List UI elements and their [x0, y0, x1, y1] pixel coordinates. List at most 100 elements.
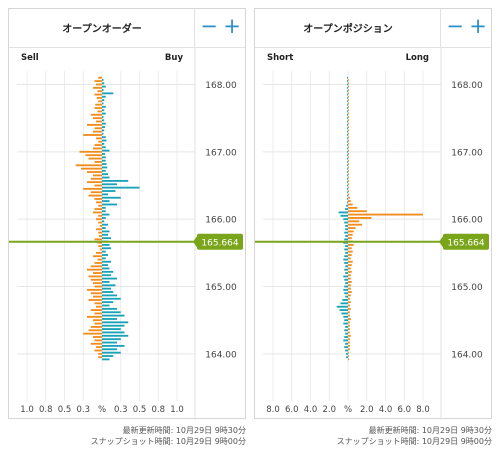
buy-bar: [102, 99, 105, 102]
buy-bar: [102, 109, 105, 112]
short-bar: [341, 312, 348, 315]
x-tick-label: 4.0: [379, 405, 393, 415]
buy-bar: [102, 324, 125, 327]
buy-bar: [102, 307, 117, 310]
sell-bar: [90, 177, 102, 180]
long-bar: [348, 344, 350, 347]
sell-bar: [94, 349, 102, 352]
sell-bar: [75, 164, 102, 167]
long-bar: [348, 159, 349, 162]
buy-bar: [102, 243, 110, 246]
long-bar: [348, 196, 350, 199]
sell-bar: [94, 339, 102, 342]
long-bar: [348, 274, 351, 277]
sell-bar: [88, 329, 102, 332]
sell-bar: [97, 110, 102, 113]
long-bar: [348, 291, 352, 293]
long-bar: [348, 89, 349, 91]
sell-bar: [88, 157, 102, 160]
short-bar: [347, 154, 348, 157]
long-bar: [348, 227, 356, 229]
x-tick-label: 6.0: [285, 405, 299, 415]
short-bar: [344, 336, 348, 338]
long-bar: [348, 186, 349, 189]
buy-bar: [102, 163, 107, 165]
current-price-label: 165.664: [447, 238, 484, 248]
price-tick-label: 166.00: [451, 216, 483, 226]
sell-bar: [90, 191, 102, 194]
long-bar: [348, 132, 349, 135]
price-tick-label: 164.00: [205, 350, 237, 360]
x-tick-label: 0.8: [151, 405, 165, 415]
short-bar: [345, 235, 348, 237]
long-bar: [348, 233, 353, 236]
short-bar: [347, 140, 348, 143]
short-bar: [347, 134, 348, 136]
long-bar: [348, 338, 350, 341]
sell-bar: [93, 272, 102, 274]
long-bar: [348, 122, 349, 125]
sell-bar: [96, 346, 102, 349]
short-bar: [343, 258, 348, 261]
buy-bar: [102, 358, 110, 361]
short-bar: [345, 282, 348, 285]
buy-bar: [102, 105, 106, 108]
sell-bar: [94, 184, 102, 187]
sell-bar: [93, 147, 102, 150]
sell-bar: [98, 221, 102, 224]
short-bar: [347, 123, 348, 126]
short-bar: [347, 201, 348, 204]
buy-bar: [102, 213, 110, 216]
buy-bar: [102, 153, 105, 155]
short-bar: [345, 342, 348, 345]
short-bar: [347, 174, 348, 177]
buy-bar: [102, 196, 121, 199]
long-bar: [348, 270, 352, 273]
long-bar: [348, 304, 350, 307]
short-bar: [344, 248, 348, 251]
long-bar: [348, 237, 352, 240]
short-bar: [344, 285, 348, 288]
sell-bar: [96, 228, 102, 231]
x-tick-label: 0.3: [76, 405, 90, 415]
short-bar: [347, 184, 348, 187]
short-bar: [343, 322, 348, 325]
long-bar: [348, 260, 353, 263]
sell-bar: [98, 76, 102, 79]
sell-bar: [96, 83, 102, 86]
sell-bar: [96, 120, 102, 123]
sell-bar: [90, 265, 102, 268]
buy-bar: [102, 334, 129, 337]
short-bar: [344, 346, 348, 349]
long-bar: [348, 176, 349, 179]
buy-bar: [102, 92, 114, 95]
sell-bar: [94, 198, 102, 200]
buy-bar: [102, 149, 110, 152]
price-tick-label: 168.00: [451, 81, 483, 91]
buy-bar: [102, 173, 108, 176]
long-bar: [348, 331, 350, 334]
short-bar: [347, 80, 348, 83]
long-bar: [348, 254, 352, 256]
long-bar: [348, 243, 354, 246]
sell-bar: [94, 160, 102, 163]
short-bar: [347, 83, 348, 86]
long-bar: [348, 355, 349, 357]
short-bar: [344, 262, 348, 264]
long-bar: [348, 139, 349, 142]
long-bar: [348, 179, 349, 182]
buy-bar: [102, 281, 110, 283]
short-bar: [344, 278, 348, 281]
long-bar: [348, 287, 351, 290]
long-bar: [348, 105, 349, 108]
sell-bar: [87, 171, 102, 173]
open-orders-chart: 168.00 167.00 166.00 165.00 164.00 165.664 1.0…: [9, 47, 243, 420]
long-bar: [348, 284, 351, 287]
buy-bar: [102, 132, 104, 135]
long-bar: [348, 257, 351, 260]
long-bar: [348, 277, 351, 280]
current-price-label: 165.664: [201, 238, 238, 248]
sell-bar: [98, 100, 102, 103]
short-bar: [347, 150, 348, 153]
buy-bar: [102, 102, 104, 105]
